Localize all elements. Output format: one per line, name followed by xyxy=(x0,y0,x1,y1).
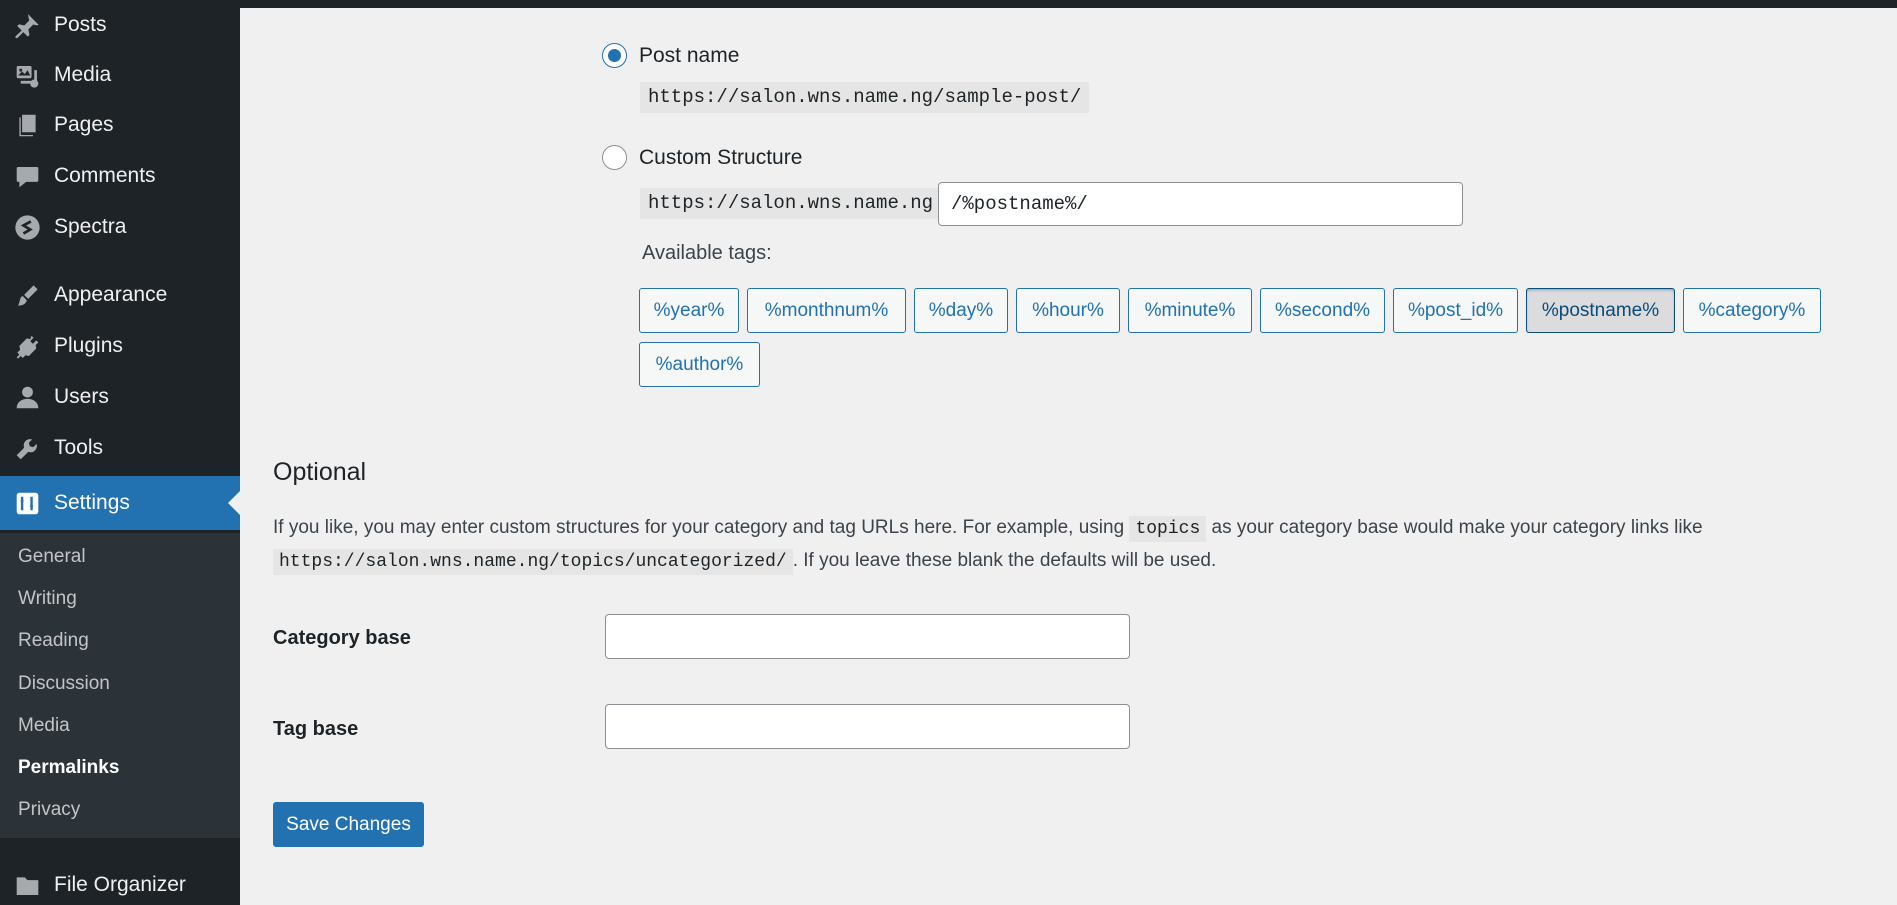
menu-item-users[interactable]: Users xyxy=(0,372,240,422)
tag-button-second[interactable]: %second% xyxy=(1260,288,1385,333)
spectra-icon xyxy=(0,214,54,241)
menu-label: Posts xyxy=(54,13,107,36)
submenu-discussion[interactable]: Discussion xyxy=(18,673,110,695)
tag-button-hour[interactable]: %hour% xyxy=(1016,288,1120,333)
menu-label: File Organizer xyxy=(54,873,186,896)
description-text-1: If you like, you may enter custom struct… xyxy=(273,517,1130,538)
menu-label: Media xyxy=(54,63,112,86)
custom-structure-prefix: https://salon.wns.name.ng xyxy=(640,188,942,219)
example-category-url-code: https://salon.wns.name.ng/topics/uncateg… xyxy=(273,549,793,575)
tag-button-post-id[interactable]: %post_id% xyxy=(1393,288,1518,333)
tag-base-label: Tag base xyxy=(273,718,359,740)
menu-item-pages[interactable]: Pages xyxy=(0,100,240,150)
menu-item-plugins[interactable]: Plugins xyxy=(0,321,240,371)
custom-structure-label[interactable]: Custom Structure xyxy=(639,146,802,170)
menu-item-tools[interactable]: Tools xyxy=(0,423,240,473)
tag-button-monthnum[interactable]: %monthnum% xyxy=(747,288,906,333)
settings-sliders-icon xyxy=(0,490,54,517)
pushpin-icon xyxy=(0,12,54,39)
description-text-2: as your category base would make your ca… xyxy=(1206,517,1703,538)
custom-structure-radio[interactable] xyxy=(602,145,627,170)
submenu-reading[interactable]: Reading xyxy=(18,630,89,652)
menu-label: Appearance xyxy=(54,283,168,306)
menu-label: Spectra xyxy=(54,215,127,238)
folder-icon xyxy=(0,872,54,899)
admin-sidebar: Posts Media Pages Comments Spectra Appea… xyxy=(0,0,240,905)
tag-button-day[interactable]: %day% xyxy=(914,288,1008,333)
tag-button-category[interactable]: %category% xyxy=(1683,288,1821,333)
menu-item-appearance[interactable]: Appearance xyxy=(0,270,240,320)
menu-item-posts[interactable]: Posts xyxy=(0,0,240,50)
settings-submenu: General Writing Reading Discussion Media… xyxy=(0,533,240,838)
custom-structure-input[interactable]: /%postname%/ xyxy=(938,182,1463,226)
tag-button-minute[interactable]: %minute% xyxy=(1128,288,1252,333)
category-base-input[interactable] xyxy=(605,614,1130,659)
optional-heading: Optional xyxy=(273,458,367,486)
submenu-general[interactable]: General xyxy=(18,546,86,568)
save-changes-button[interactable]: Save Changes xyxy=(273,802,424,847)
tag-button-postname[interactable]: %postname% xyxy=(1526,288,1675,333)
user-icon xyxy=(0,384,54,411)
example-category-base-code: topics xyxy=(1129,516,1207,542)
admin-bar-edge xyxy=(240,0,1897,8)
wrench-icon xyxy=(0,435,54,462)
paintbrush-icon xyxy=(0,282,54,309)
menu-label: Pages xyxy=(54,113,114,136)
submenu-writing[interactable]: Writing xyxy=(18,588,77,610)
tag-button-author[interactable]: %author% xyxy=(639,342,760,387)
menu-item-file-organizer[interactable]: File Organizer xyxy=(0,860,240,905)
menu-item-comments[interactable]: Comments xyxy=(0,151,240,201)
active-indicator xyxy=(228,491,240,515)
tag-button-year[interactable]: %year% xyxy=(639,288,739,333)
available-tags-label: Available tags: xyxy=(642,242,772,264)
menu-label: Users xyxy=(54,385,109,408)
plugin-icon xyxy=(0,333,54,360)
submenu-privacy[interactable]: Privacy xyxy=(18,799,80,821)
comment-icon xyxy=(0,163,54,190)
menu-item-settings[interactable]: Settings xyxy=(0,476,240,530)
menu-label: Tools xyxy=(54,436,104,459)
submenu-media[interactable]: Media xyxy=(18,715,70,737)
pages-icon xyxy=(0,112,54,139)
post-name-label[interactable]: Post name xyxy=(639,44,739,68)
media-icon xyxy=(0,62,54,89)
post-name-radio[interactable] xyxy=(602,43,627,68)
menu-item-spectra[interactable]: Spectra xyxy=(0,202,240,252)
menu-label: Comments xyxy=(54,164,156,187)
menu-label: Plugins xyxy=(54,334,123,357)
tag-base-input[interactable] xyxy=(605,704,1130,749)
menu-label: Settings xyxy=(54,491,130,514)
submenu-permalinks[interactable]: Permalinks xyxy=(18,757,119,779)
post-name-example-url: https://salon.wns.name.ng/sample-post/ xyxy=(640,82,1090,113)
description-text-3: . If you leave these blank the defaults … xyxy=(792,550,1217,571)
optional-description: If you like, you may enter custom struct… xyxy=(273,512,1833,578)
menu-item-media[interactable]: Media xyxy=(0,50,240,100)
category-base-label: Category base xyxy=(273,627,411,649)
